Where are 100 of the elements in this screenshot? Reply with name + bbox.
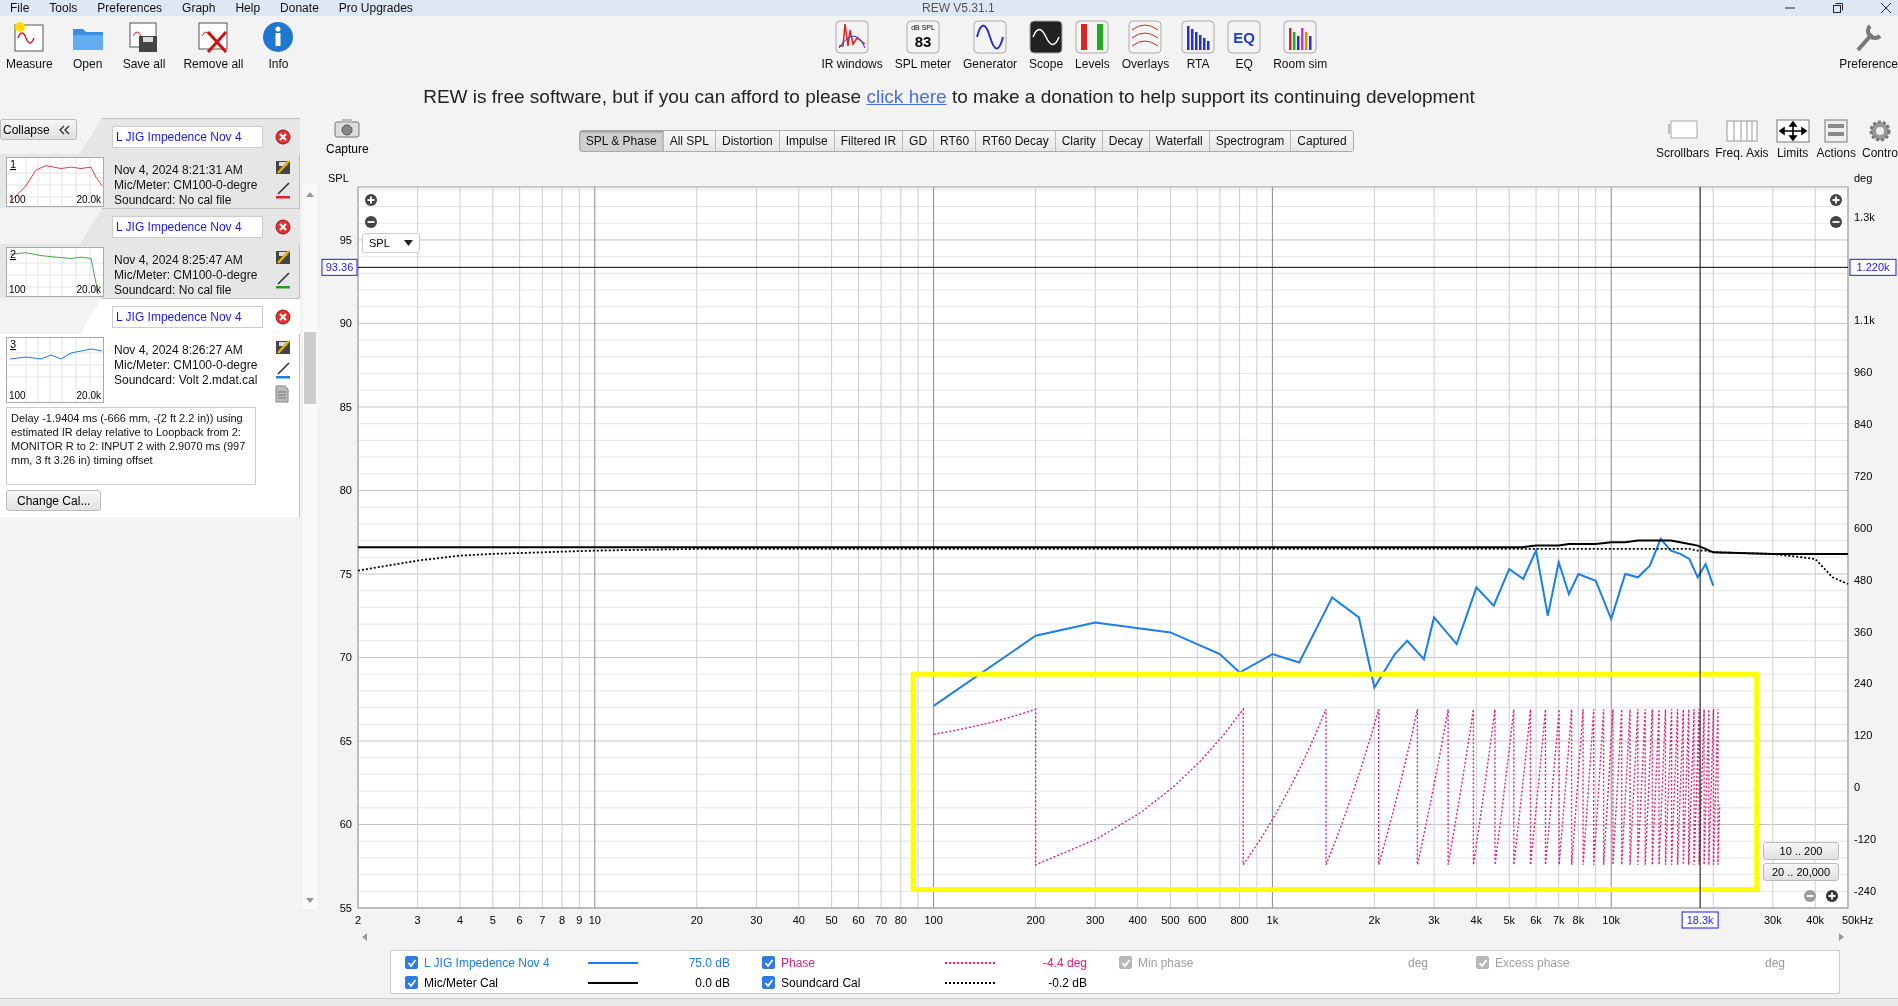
graph-tab[interactable]: Clarity (1055, 131, 1103, 151)
y-tick-label: 0 (1854, 781, 1861, 794)
toolbar-button[interactable]: RTA (1177, 16, 1220, 71)
scrollbar[interactable] (303, 184, 317, 909)
x-tick-label: 40k (1806, 914, 1825, 926)
scrollbar-thumb[interactable] (304, 332, 316, 404)
restore-icon[interactable] (1832, 2, 1844, 14)
checkbox[interactable] (762, 956, 775, 969)
close-icon[interactable] (1880, 2, 1892, 14)
name-field[interactable]: L JIG Impedence Nov 4 (112, 125, 263, 148)
zoom-in-icon[interactable] (1825, 889, 1839, 903)
close-icon[interactable] (275, 218, 291, 235)
zoom-in-icon[interactable] (1829, 193, 1843, 207)
toolbar-button[interactable]: EQ EQ (1223, 16, 1266, 71)
x-tick-label: 60 (852, 914, 865, 926)
right-arrow-icon[interactable] (1838, 932, 1846, 942)
zoom-out-icon[interactable] (1829, 215, 1843, 229)
graph-tab[interactable]: SPL & Phase (579, 131, 664, 151)
graph-tab[interactable]: Distortion (716, 131, 780, 151)
graph-tab[interactable]: Captured (1291, 131, 1353, 151)
checkbox[interactable] (762, 976, 775, 989)
toolbar-button[interactable]: Measure (2, 16, 57, 71)
graph-tab[interactable]: All SPL (663, 131, 716, 151)
left-arrow-icon[interactable] (360, 932, 368, 942)
save-icon[interactable] (274, 249, 292, 265)
x-tick-label: 10k (1602, 914, 1621, 926)
graph-tool-button[interactable]: Scrollbars (1653, 118, 1712, 160)
graph-tab[interactable]: Spectrogram (1209, 131, 1292, 151)
zoom-in-icon[interactable] (364, 193, 378, 207)
thumbnail-graph[interactable]: 3 100 20.0k (6, 337, 104, 403)
collapse-button[interactable]: Collapse (0, 119, 77, 140)
eq-label: EQ (1233, 29, 1255, 46)
toolbar-button[interactable]: IR windows (817, 16, 887, 71)
save-icon[interactable] (274, 339, 292, 355)
zoom-out-icon[interactable] (364, 215, 378, 229)
menu-item[interactable]: Tools (49, 1, 78, 15)
legend-label: Mic/Meter Cal (424, 975, 499, 990)
menu-item[interactable]: Help (235, 1, 261, 15)
graph-tool-button[interactable]: Freq. Axis (1713, 118, 1771, 160)
capture-button[interactable]: Capture (326, 118, 369, 156)
graph-tool-button[interactable]: Limits (1772, 118, 1813, 160)
save-icon[interactable] (274, 159, 292, 175)
checkbox[interactable] (405, 976, 418, 989)
toolbar-button[interactable]: Levels (1071, 16, 1114, 71)
graph-tab[interactable]: Filtered IR (834, 131, 904, 151)
graph-tab[interactable]: RT60 Decay (976, 131, 1056, 151)
pen-icon[interactable] (274, 271, 292, 289)
range-button[interactable]: 20 .. 20,000 (1763, 863, 1839, 881)
graph-tool-button[interactable]: Contro (1859, 118, 1898, 160)
thumbnail-graph[interactable]: 2 100 20.0k (6, 247, 104, 297)
x-tick-label: 8k (1572, 914, 1585, 926)
menu-item[interactable]: Donate (280, 1, 319, 15)
menu-item[interactable]: Pro Upgrades (338, 1, 413, 15)
pen-icon[interactable] (274, 361, 292, 379)
graph-tab[interactable]: RT60 (934, 131, 977, 151)
close-icon[interactable] (275, 128, 291, 145)
menu-item[interactable]: Preferences (97, 1, 163, 15)
cursor-line[interactable] (357, 266, 1849, 268)
menu-item[interactable]: File (10, 1, 30, 15)
x-tick-label: 800 (1230, 914, 1249, 926)
graph-tab[interactable]: Impulse (779, 131, 835, 151)
toolbar-button[interactable]: Overlays (1117, 16, 1174, 71)
donation-link[interactable]: click here (866, 86, 947, 107)
menu-item[interactable]: Graph (182, 1, 216, 15)
toolbar-button[interactable]: Open (66, 16, 109, 71)
pen-icon[interactable] (274, 181, 292, 199)
thumbnail-graph[interactable]: 1 100 20.0k (6, 157, 104, 207)
close-icon[interactable] (275, 308, 291, 325)
toolbar-button[interactable]: Generator (959, 16, 1022, 71)
toolbar-button[interactable]: Info (257, 16, 300, 71)
x-tick-label: 80 (894, 914, 907, 926)
measurement-card[interactable] (0, 298, 300, 517)
toolbar-button[interactable]: Save all (118, 16, 170, 71)
graph-type-dropdown[interactable]: SPL (362, 233, 420, 253)
graph-icon (973, 20, 1008, 54)
checkbox[interactable] (405, 956, 418, 969)
x-tick-label: 400 (1128, 914, 1147, 926)
soundcard-calibration: Soundcard: No cal file (114, 283, 233, 298)
name-field[interactable]: L JIG Impedence Nov 4 (112, 305, 263, 328)
change-cal-button[interactable]: Change Cal... (6, 490, 102, 511)
up-arrow-icon[interactable] (305, 190, 315, 198)
legend-value: -4.4 deg (1041, 955, 1087, 970)
graph-tab[interactable]: Decay (1102, 131, 1150, 151)
name-field[interactable]: L JIG Impedence Nov 4 (112, 215, 263, 238)
document-icon[interactable] (274, 385, 290, 403)
range-button[interactable]: 10 .. 200 (1763, 842, 1839, 860)
toolbar-button[interactable]: Scope (1025, 16, 1068, 71)
graph-icon (1181, 20, 1216, 54)
legend-value: -0.2 dB (1047, 975, 1087, 990)
down-arrow-icon[interactable] (305, 897, 315, 905)
measurement-date: Nov 4, 2024 8:21:31 AM (114, 163, 244, 178)
x-tick-label: 4 (456, 914, 464, 926)
mic-calibration: Mic/Meter: CM100-0-degre (114, 178, 259, 193)
toolbar-button[interactable]: Preference (1835, 16, 1898, 71)
toolbar-button[interactable]: Remove all (179, 16, 248, 71)
graph-tab[interactable]: GD (903, 131, 935, 151)
graph-tool-button[interactable]: Actions (1814, 118, 1858, 160)
toolbar-button[interactable]: Room sim (1269, 16, 1332, 71)
y-tick-label: 70 (339, 651, 352, 664)
graph-tab[interactable]: Waterfall (1149, 131, 1210, 151)
